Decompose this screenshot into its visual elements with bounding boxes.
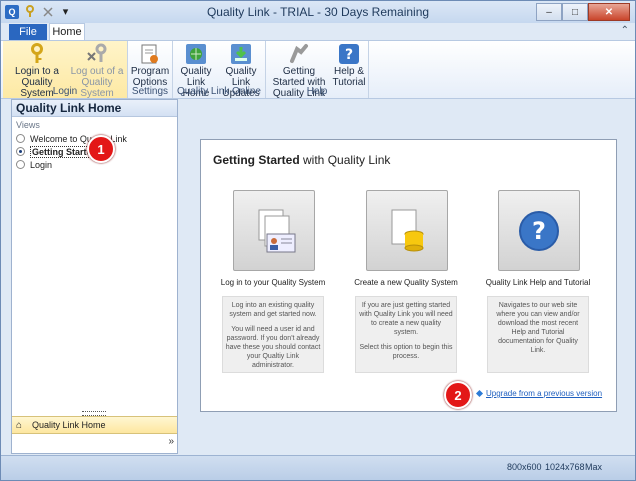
desc-paragraph: If you are just getting started with Qua… [359, 302, 453, 336]
getting-started-panel: Getting Started with Quality Link Log in… [200, 139, 617, 412]
status-size-1024[interactable]: 1024x768 [545, 462, 585, 472]
ribbon-group-help: Getting Started with Quality Link ? Help… [266, 41, 369, 99]
hands-icon [287, 43, 311, 65]
close-button[interactable]: ✕ [588, 3, 630, 21]
create-system-option-label[interactable]: Create a new Quality System [341, 278, 471, 287]
create-system-option-tile[interactable] [366, 190, 448, 271]
question-icon: ? [519, 210, 559, 251]
ribbon-group-online: Quality Link Home Quality Link Updates Q… [173, 41, 266, 99]
panel-title-bold: Getting Started [213, 153, 300, 167]
panel-title-rest: with Quality Link [303, 153, 391, 167]
desc-paragraph: Navigates to our web site where you can … [496, 302, 580, 354]
help-tutorial-option-label[interactable]: Quality Link Help and Tutorial [473, 278, 603, 287]
radio-getting-started[interactable] [16, 147, 25, 156]
help-tutorial-option-tile[interactable]: ? [498, 190, 580, 271]
maximize-button[interactable]: □ [562, 3, 588, 21]
ribbon-group-label-login: Login [52, 86, 78, 97]
upgrade-link[interactable]: Upgrade from a previous version [475, 389, 602, 398]
diamond-bullet-icon [475, 389, 484, 398]
download-icon [229, 43, 253, 65]
status-size-max[interactable]: Max [585, 462, 602, 472]
ribbon-minimize-icon[interactable]: ⌃ [621, 25, 629, 36]
radio-login[interactable] [16, 160, 25, 169]
status-bar: 800x600 1024x768 Max [1, 455, 635, 480]
desc-paragraph: You will need a user id and password. If… [225, 326, 321, 369]
view-option-label: Login [30, 159, 53, 170]
pane-title: Quality Link Home [12, 100, 177, 117]
tab-file[interactable]: File [9, 24, 47, 40]
help-tutorial-option-description: Navigates to our web site where you can … [487, 296, 589, 373]
ribbon-tabs: File Home ⌃ [1, 23, 635, 40]
nav-more-icon[interactable]: » [168, 436, 174, 447]
callout-badge-1: 1 [87, 135, 115, 163]
help-tutorial-label: Help & Tutorial [332, 66, 366, 88]
create-system-option-description: If you are just getting started with Qua… [355, 296, 457, 373]
program-options-button[interactable]: Program Options [130, 43, 170, 88]
ribbon-group-label-online: Quality Link Online [177, 86, 261, 97]
ribbon-group-login: Login to a Quality System Log out of a Q… [3, 41, 128, 99]
database-icon [391, 209, 424, 251]
login-card-icon [258, 209, 296, 252]
login-option-label[interactable]: Log in to your Quality System [208, 278, 338, 287]
svg-text:?: ? [532, 217, 546, 245]
status-size-800[interactable]: 800x600 [507, 462, 542, 472]
desc-paragraph: Select this option to begin this process… [359, 344, 453, 360]
ribbon: Login to a Quality System Log out of a Q… [1, 40, 635, 99]
upgrade-link-text[interactable]: Upgrade from a previous version [486, 389, 602, 398]
app-window: Q ▾ Quality Link - TRIAL - 30 Days Remai… [0, 0, 636, 481]
help-tutorial-button[interactable]: ? Help & Tutorial [332, 43, 366, 88]
desc-paragraph: Log into an existing quality system and … [229, 302, 317, 318]
radio-welcome[interactable] [16, 134, 25, 143]
svg-text:?: ? [345, 47, 353, 63]
nav-item-quality-link-home[interactable]: ⌂ Quality Link Home [12, 416, 177, 434]
nav-item-label: Quality Link Home [32, 420, 106, 430]
help-icon: ? [337, 43, 361, 65]
views-label: Views [16, 120, 40, 130]
globe-icon [184, 43, 208, 65]
tab-home[interactable]: Home [49, 23, 85, 40]
ribbon-group-label-settings: Settings [131, 86, 169, 97]
program-options-label: Program Options [130, 66, 170, 88]
logout-key-icon [85, 43, 109, 65]
minimize-button[interactable]: ‒ [536, 3, 562, 21]
login-option-tile[interactable] [233, 190, 315, 271]
panel-title: Getting Started with Quality Link [213, 153, 390, 167]
options-icon [138, 43, 162, 65]
ribbon-group-label-help: Help [306, 86, 328, 97]
title-bar: Q ▾ Quality Link - TRIAL - 30 Days Remai… [1, 1, 635, 23]
home-icon: ⌂ [16, 419, 23, 431]
callout-badge-2: 2 [444, 381, 472, 409]
login-option-description: Log into an existing quality system and … [222, 296, 324, 373]
key-icon [25, 43, 49, 65]
ribbon-group-settings: Program Options Settings [128, 41, 173, 98]
content-area: Getting Started with Quality Link Log in… [179, 99, 629, 452]
